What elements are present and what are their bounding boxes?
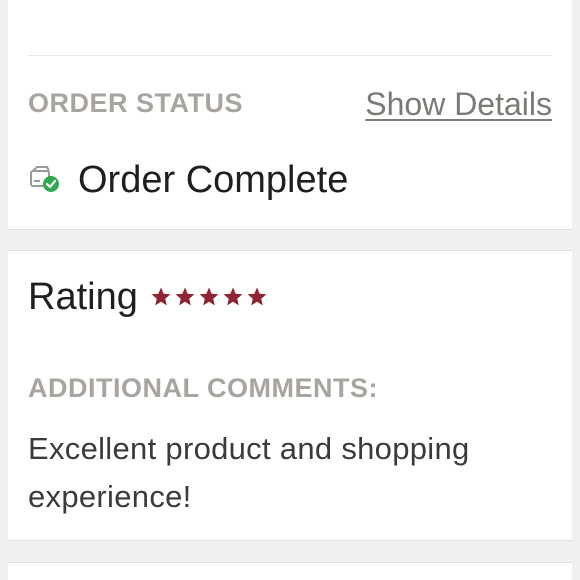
package-check-icon [28,165,62,195]
order-status-row: Order Complete [28,158,348,202]
additional-comments-label: ADDITIONAL COMMENTS: [28,373,378,403]
rating-row: Rating [28,275,268,319]
comments-text: Excellent product and shopping experienc… [28,431,470,514]
order-status-label: ORDER STATUS [28,88,243,118]
rating-card: Rating ADDITIONAL COMMENTS: Excellent pr… [8,250,572,541]
divider [28,55,552,56]
star-icon [247,287,267,306]
star-icon [223,287,243,306]
order-status-header: ORDER STATUS Show Details [28,86,552,122]
order-review-page: ORDER STATUS Show Details Order Complete… [0,0,580,580]
star-icon [175,287,195,306]
show-details-link[interactable]: Show Details [365,86,552,123]
star-icon [151,287,171,306]
order-status-card: ORDER STATUS Show Details Order Complete [8,0,572,230]
rating-label: Rating [28,275,138,318]
order-status-text: Order Complete [78,158,349,201]
next-card [8,562,572,580]
star-icon [199,287,219,306]
rating-stars [150,286,268,308]
